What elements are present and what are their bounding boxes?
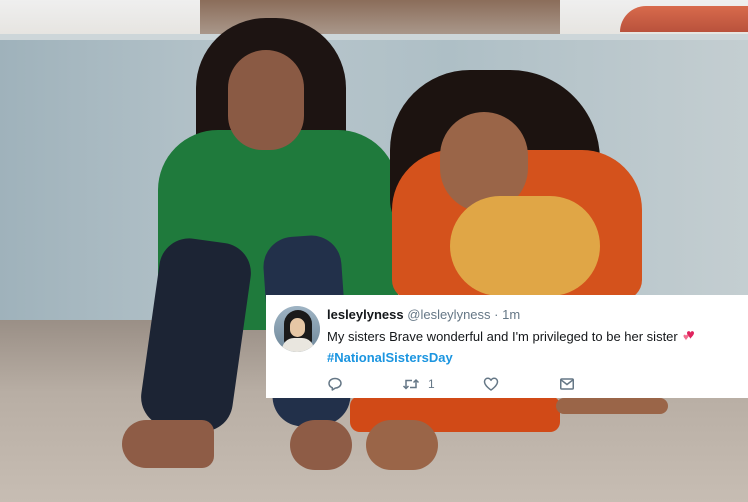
retweet-icon (402, 376, 420, 392)
like-button[interactable] (483, 375, 499, 393)
background-roof (620, 6, 748, 32)
hashtag-link[interactable]: #NationalSistersDay (327, 350, 453, 365)
tweet-text: My sisters Brave wonderful and I'm privi… (327, 327, 698, 367)
retweet-button[interactable]: 1 (402, 375, 435, 393)
right-person-foot (556, 398, 668, 414)
direct-message-icon (559, 376, 575, 392)
user-avatar[interactable] (274, 306, 320, 352)
reply-icon (327, 376, 343, 392)
display-name[interactable]: lesleylyness (327, 307, 404, 322)
right-person-foot (366, 420, 438, 470)
retweet-count: 1 (428, 377, 435, 391)
tweet-header: lesleylyness @lesleylyness · 1m (327, 307, 520, 322)
left-person-foot (122, 420, 214, 468)
like-icon (483, 376, 499, 392)
revolving-hearts-icon (682, 329, 698, 348)
left-person-face (228, 50, 304, 150)
avatar-body (282, 338, 314, 352)
reply-button[interactable] (327, 375, 343, 393)
background-photo (0, 0, 748, 502)
tweet-card[interactable]: lesleylyness @lesleylyness · 1m My siste… (266, 295, 748, 398)
tweet-text-content: My sisters Brave wonderful and I'm privi… (327, 329, 678, 344)
left-person-foot (290, 420, 352, 470)
direct-message-button[interactable] (559, 375, 575, 393)
user-handle[interactable]: @lesleylyness (407, 307, 490, 322)
separator-dot: · (494, 307, 499, 322)
tweet-actions: 1 (327, 375, 587, 393)
right-person-scarf (450, 196, 600, 296)
tweet-timestamp[interactable]: 1m (502, 307, 520, 322)
wall-cap (0, 34, 748, 40)
avatar-face (290, 318, 305, 337)
